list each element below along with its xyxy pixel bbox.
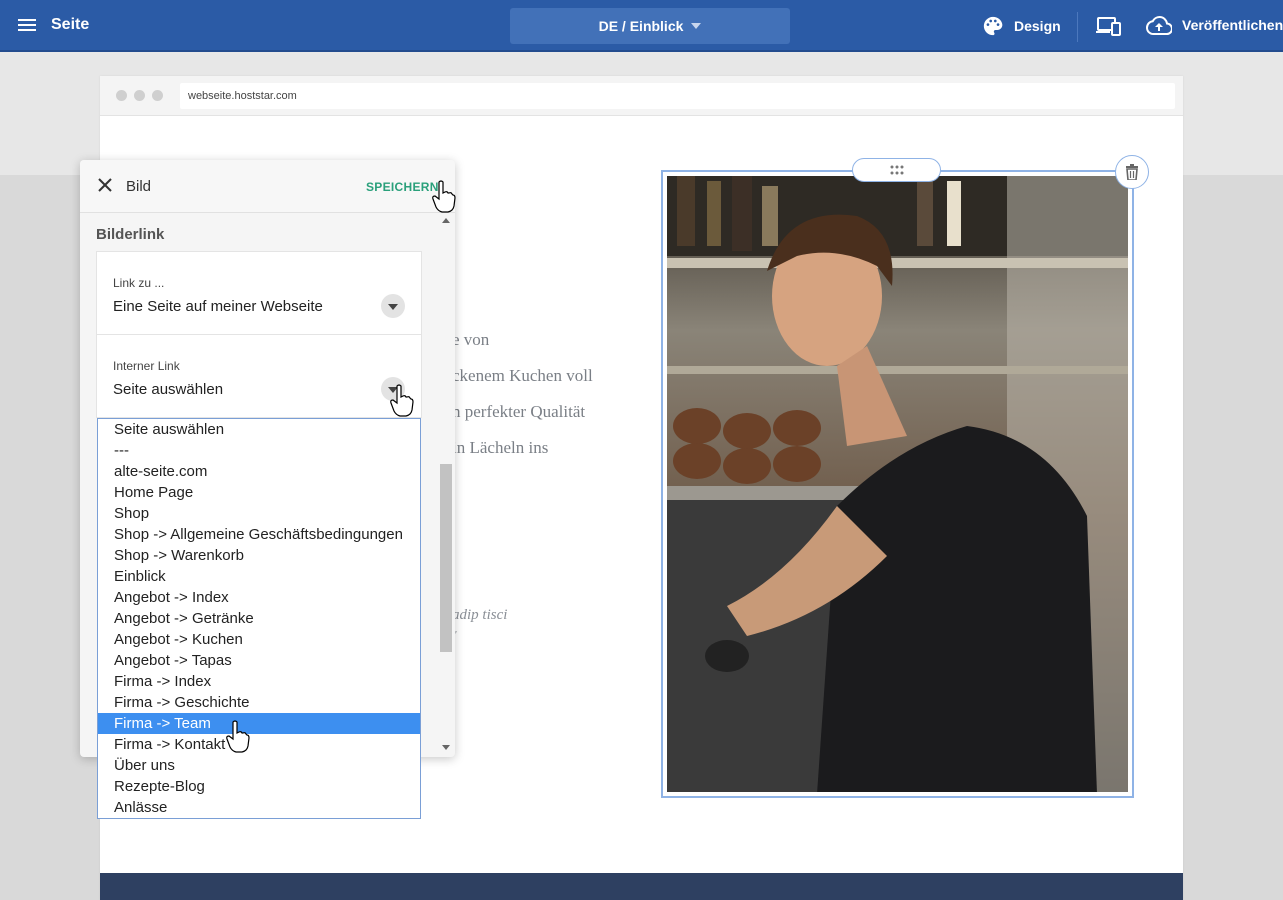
panel-scrollbar-thumb[interactable] [440,464,452,652]
chevron-down-icon[interactable] [381,377,405,401]
dropdown-option[interactable]: Shop -> Warenkorb [98,545,420,566]
dropdown-option[interactable]: Home Page [98,482,420,503]
link-type-value: Eine Seite auf meiner Webseite [113,298,323,315]
palette-icon [983,16,1003,36]
trash-icon [1126,164,1138,180]
drag-handle[interactable] [852,158,941,182]
drag-dots-icon [890,165,903,175]
design-button[interactable]: Design [982,15,1061,37]
dropdown-option[interactable]: Über uns [98,755,420,776]
site-footer [100,873,1183,900]
dropdown-option-selected[interactable]: Firma -> Team [98,713,420,734]
dropdown-option[interactable]: Shop [98,503,420,524]
dropdown-option[interactable]: Rezepte-Blog [98,776,420,797]
dropdown-option[interactable]: Angebot -> Tapas [98,650,420,671]
dropdown-option[interactable]: Seite auswählen [98,419,420,440]
panel-header: Bild SPEICHERN [80,160,455,213]
page-selector-label: DE / Einblick [598,18,684,34]
cloud-upload-icon [1146,15,1172,35]
publish-label: Veröffentlichen [1182,17,1283,33]
internal-link-select[interactable]: Interner Link Seite auswählen [96,334,422,418]
top-toolbar: Seite DE / Einblick Design Veröffentlich… [0,0,1283,52]
content-text-line: ckenem Kuchen voll [452,366,593,385]
delete-image-button[interactable] [1115,155,1149,189]
link-type-select[interactable]: Link zu ... Eine Seite auf meiner Websei… [96,251,422,335]
dropdown-option[interactable]: Firma -> Kontakt [98,734,420,755]
internal-link-dropdown[interactable]: Seite auswählen --- alte-seite.com Home … [97,418,421,819]
hamburger-icon[interactable] [18,16,38,36]
page-selector[interactable]: DE / Einblick [510,8,790,44]
section-title: Bilderlink [96,226,165,243]
dropdown-option[interactable]: Shop -> Allgemeine Geschäftsbedingungen [98,524,420,545]
close-icon[interactable] [98,178,112,192]
link-type-label: Link zu ... [113,276,165,290]
dropdown-option[interactable]: Firma -> Geschichte [98,692,420,713]
caret-down-icon [691,23,702,29]
dropdown-option[interactable]: alte-seite.com [98,461,420,482]
save-button[interactable]: SPEICHERN [366,180,439,194]
content-text-line: n perfekter Qualität [452,402,586,421]
scroll-up-arrow[interactable] [442,218,450,223]
browser-chrome: webseite.hoststar.com [100,76,1183,116]
dropdown-option[interactable]: Angebot -> Kuchen [98,629,420,650]
devices-icon [1096,17,1121,36]
publish-button[interactable]: Veröffentlichen [1146,15,1283,35]
dropdown-option[interactable]: Angebot -> Getränke [98,608,420,629]
chevron-down-icon[interactable] [381,294,405,318]
dropdown-option[interactable]: Firma -> Index [98,671,420,692]
content-text-line: e von [452,330,490,349]
internal-link-label: Interner Link [113,359,180,373]
site-label[interactable]: Seite [51,16,89,34]
dropdown-option[interactable]: --- [98,440,420,461]
toolbar-divider [1077,12,1078,42]
dropdown-option[interactable]: Angebot -> Index [98,587,420,608]
quote-text: adip tisci [452,607,508,623]
design-label: Design [1014,18,1061,34]
content-text-line: in Lächeln ins [452,438,549,457]
device-preview-button[interactable] [1096,16,1122,41]
panel-title: Bild [126,178,152,195]
window-dots [116,90,163,101]
internal-link-value: Seite auswählen [113,381,224,398]
barista-photo [667,176,1128,792]
image-block[interactable] [661,170,1134,798]
dropdown-option[interactable]: Anlässe [98,797,420,818]
dropdown-option[interactable]: Einblick [98,566,420,587]
url-bar: webseite.hoststar.com [180,83,1175,109]
scroll-down-arrow[interactable] [442,745,450,750]
